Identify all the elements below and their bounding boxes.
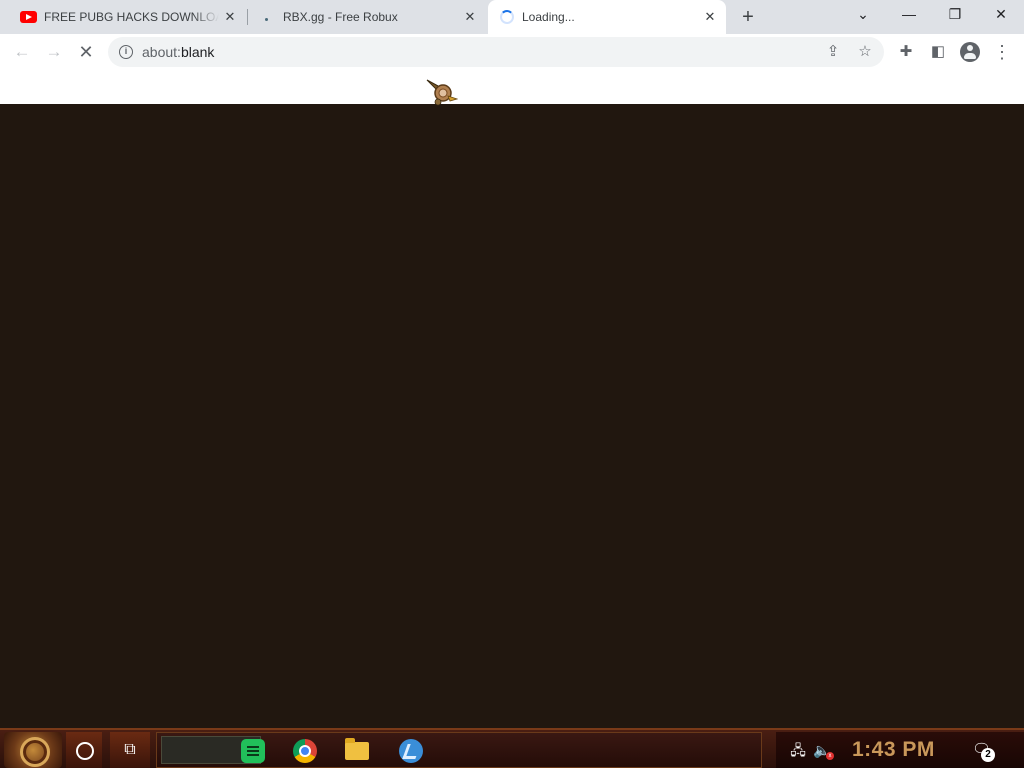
new-tab-button[interactable]: + xyxy=(736,6,760,30)
profile-avatar[interactable] xyxy=(957,39,983,65)
extensions-icon[interactable]: ✚ xyxy=(893,39,919,65)
tab-pubg[interactable]: FREE PUBG HACKS DOWNLOAD ✕ xyxy=(8,0,246,34)
chrome-icon[interactable] xyxy=(293,739,317,763)
taskbar: ⧉ 🖧 🔈 x 1:43 PM 🗨 2 xyxy=(0,728,1024,768)
file-explorer-icon[interactable] xyxy=(345,738,369,760)
youtube-icon xyxy=(20,11,37,23)
tab-search-button[interactable]: ⌄ xyxy=(840,0,886,30)
page-top-strip xyxy=(0,72,1024,104)
share-icon[interactable]: ⇪ xyxy=(822,41,844,63)
minimize-button[interactable]: — xyxy=(886,0,932,30)
side-panel-icon[interactable]: ◧ xyxy=(925,39,951,65)
address-bar[interactable]: i about:blank ⇪ ☆ xyxy=(108,37,884,67)
steampunk-pointer-icon xyxy=(426,79,458,106)
network-icon[interactable]: 🖧 xyxy=(788,740,808,760)
blue-app-icon[interactable] xyxy=(399,739,423,763)
profile-icon xyxy=(960,42,980,62)
close-window-button[interactable]: ✕ xyxy=(978,0,1024,30)
bookmark-star-icon[interactable]: ☆ xyxy=(854,41,876,63)
browser-toolbar: ← → ✕ i about:blank ⇪ ☆ ✚ ◧ ⋮ xyxy=(0,34,1024,72)
site-info-icon[interactable]: i xyxy=(119,45,133,59)
tab-title: Loading... xyxy=(522,10,575,24)
chrome-menu-icon[interactable]: ⋮ xyxy=(989,39,1015,65)
tab-loading-active[interactable]: Loading... ✕ xyxy=(488,0,726,34)
action-center-icon[interactable]: 🗨 2 xyxy=(972,740,995,762)
start-button[interactable] xyxy=(4,732,62,768)
screen: FREE PUBG HACKS DOWNLOAD ✕ RBX.gg - Free… xyxy=(0,0,1024,768)
notification-count-badge: 2 xyxy=(981,748,995,762)
search-button[interactable] xyxy=(66,732,102,768)
clock[interactable]: 1:43 PM xyxy=(852,738,935,762)
page-content[interactable] xyxy=(0,104,1024,728)
site-icon xyxy=(265,18,268,21)
tab-close-icon[interactable]: ✕ xyxy=(702,9,718,25)
tab-strip: FREE PUBG HACKS DOWNLOAD ✕ RBX.gg - Free… xyxy=(0,0,1024,34)
volume-icon[interactable]: 🔈 x xyxy=(812,740,834,760)
loading-spinner-icon xyxy=(500,10,514,24)
back-button[interactable]: ← xyxy=(8,38,36,66)
tab-rbx[interactable]: RBX.gg - Free Robux ✕ xyxy=(248,0,486,34)
url-host: blank xyxy=(180,44,215,60)
tab-title: FREE PUBG HACKS DOWNLOAD xyxy=(44,10,219,24)
task-view-button[interactable]: ⧉ xyxy=(110,732,150,768)
url-text[interactable]: about:blank xyxy=(142,44,214,60)
tab-title: RBX.gg - Free Robux xyxy=(283,10,398,24)
restore-button[interactable]: ❐ xyxy=(932,0,978,30)
muted-badge-icon: x xyxy=(826,752,834,760)
system-tray: 🖧 🔈 x 1:43 PM 🗨 2 xyxy=(776,732,1024,768)
stop-loading-button[interactable]: ✕ xyxy=(72,38,100,66)
tab-close-icon[interactable]: ✕ xyxy=(222,9,238,25)
tab-close-icon[interactable]: ✕ xyxy=(462,9,478,25)
taskbar-apps xyxy=(156,732,762,768)
url-scheme: about: xyxy=(142,44,181,60)
forward-button[interactable]: → xyxy=(40,38,68,66)
sticky-notes-icon[interactable] xyxy=(241,739,265,763)
